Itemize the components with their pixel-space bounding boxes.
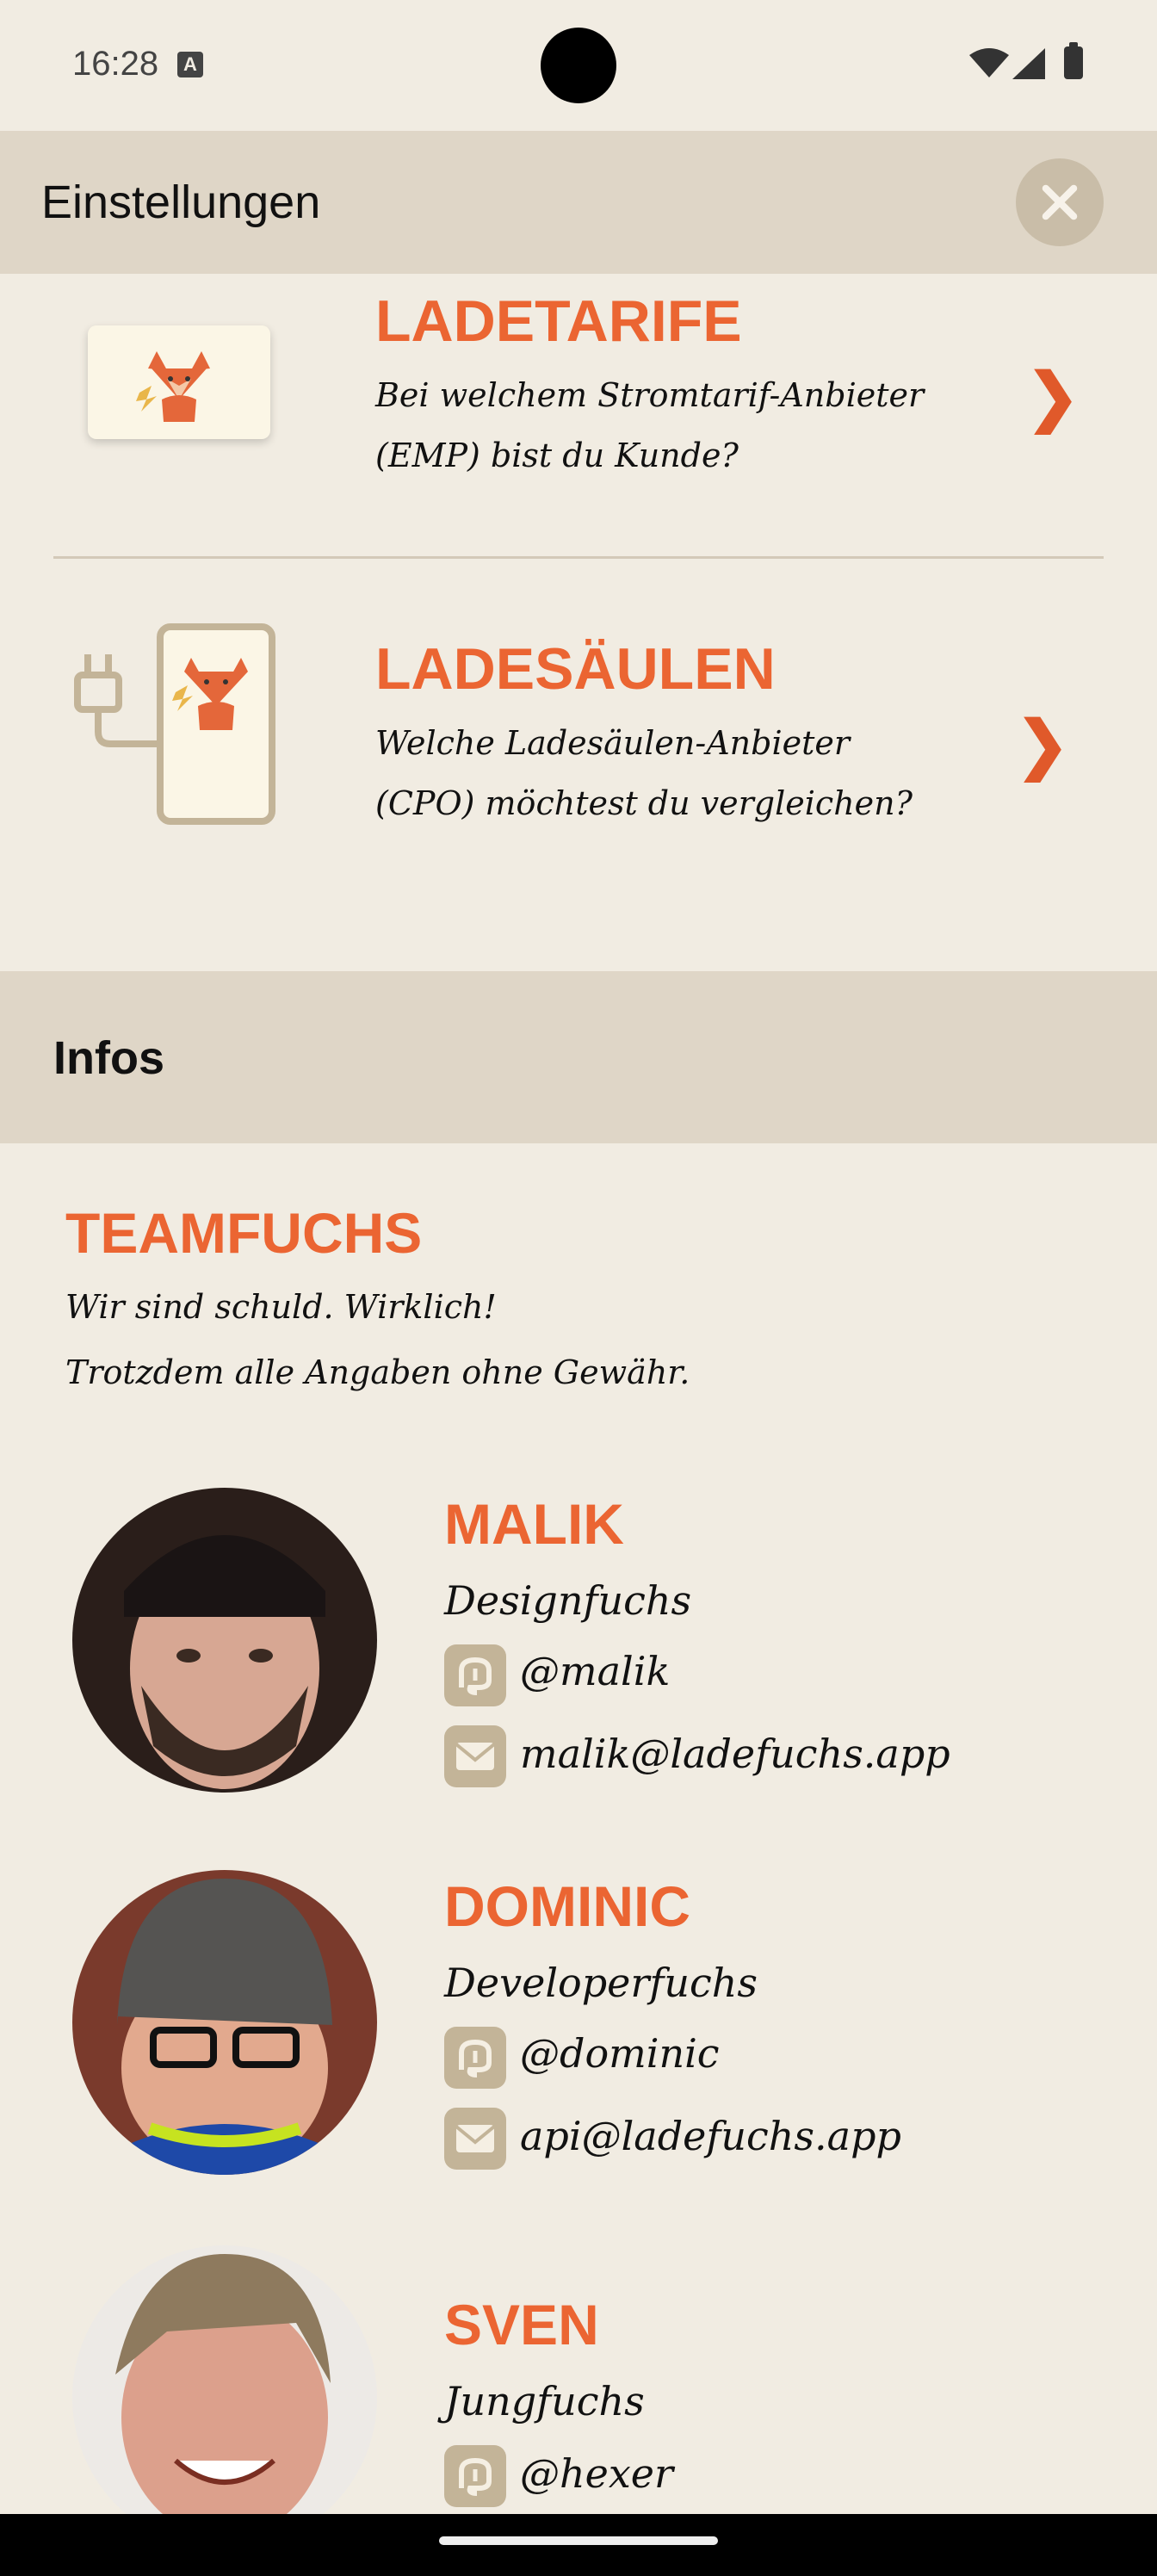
- person-role: Designfuchs: [444, 1577, 692, 1624]
- setting-desc-line1: Welche Ladesäulen-Anbieter: [375, 724, 851, 762]
- signal-icon: [1012, 48, 1045, 79]
- email-link[interactable]: malik@ladefuchs.app: [520, 1731, 950, 1777]
- fox-icon: [136, 351, 210, 422]
- chevron-right-icon[interactable]: ❯: [1016, 708, 1069, 782]
- mail-icon: [444, 1725, 506, 1787]
- battery-icon: [1064, 42, 1083, 79]
- setting-desc-line2: (EMP) bist du Kunde?: [375, 437, 739, 474]
- avatar: [72, 1488, 377, 1793]
- setting-desc-line1: Bei welchem Stromtarif-Anbieter: [375, 376, 925, 414]
- team-title: TEAMFUCHS: [65, 1201, 423, 1265]
- navigation-bar: [0, 2514, 1157, 2576]
- section-title: Infos: [53, 1032, 164, 1084]
- setting-desc-line2: (CPO) möchtest du vergleichen?: [375, 784, 913, 822]
- person-role: Jungfuchs: [444, 2378, 645, 2424]
- status-time: 16:28: [72, 45, 159, 83]
- mastodon-link[interactable]: @dominic: [520, 2030, 720, 2077]
- person-role: Developerfuchs: [444, 1960, 758, 2006]
- camera-cutout: [541, 28, 616, 103]
- close-icon[interactable]: [1016, 158, 1104, 246]
- person-name: DOMINIC: [444, 1874, 690, 1938]
- infos-section-header: Infos: [0, 971, 1157, 1143]
- mastodon-icon: [444, 1644, 506, 1706]
- a-box-icon: A: [177, 52, 203, 77]
- email-link[interactable]: api@ladefuchs.app: [520, 2113, 901, 2159]
- person-name: MALIK: [444, 1492, 624, 1556]
- fox-card-icon: [88, 325, 270, 439]
- home-gesture-handle[interactable]: [439, 2536, 718, 2545]
- mastodon-link[interactable]: @hexer: [520, 2450, 673, 2497]
- page-title: Einstellungen: [41, 176, 321, 228]
- setting-title-ladesaeulen: LADESÄULEN: [375, 636, 776, 702]
- setting-title-ladetarife: LADETARIFE: [375, 288, 742, 354]
- divider: [53, 556, 1104, 559]
- chevron-right-icon[interactable]: ❯: [1026, 360, 1080, 434]
- mastodon-link[interactable]: @malik: [520, 1648, 670, 1694]
- mastodon-icon: [444, 2445, 506, 2507]
- team-line-2: Trotzdem alle Angaben ohne Gewähr.: [65, 1353, 690, 1391]
- charging-station-icon: [74, 623, 275, 825]
- settings-header: Einstellungen: [0, 131, 1157, 274]
- mail-icon: [444, 2108, 506, 2170]
- wifi-icon: [969, 48, 1009, 77]
- avatar: [72, 2245, 377, 2550]
- status-bar: 16:28 A: [0, 0, 1157, 131]
- mastodon-icon: [444, 2027, 506, 2089]
- avatar: [72, 1870, 377, 2175]
- team-line-1: Wir sind schuld. Wirklich!: [65, 1288, 497, 1326]
- person-name: SVEN: [444, 2293, 599, 2356]
